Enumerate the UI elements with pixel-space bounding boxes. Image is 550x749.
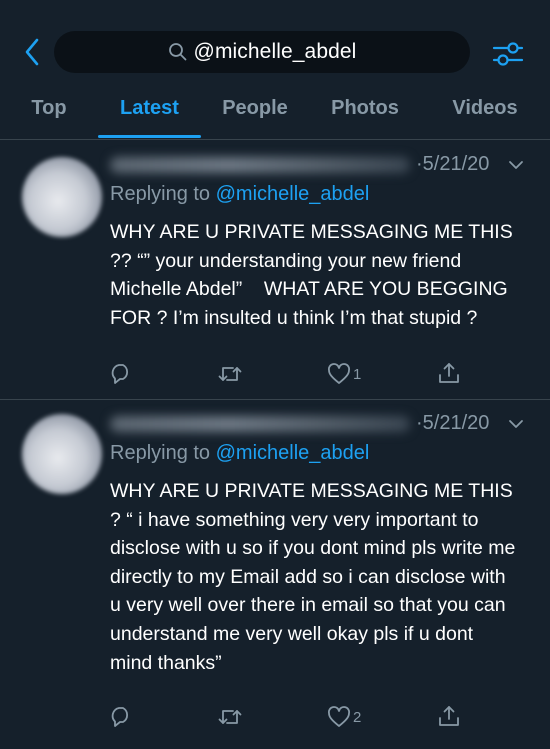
heart-icon <box>328 363 350 384</box>
chevron-down-icon <box>509 420 523 428</box>
retweet-icon <box>218 710 242 724</box>
tweet[interactable]: ·5/21/20 Replying to @michelle_abdel WHY… <box>0 141 550 399</box>
replying-to: Replying to @michelle_abdel <box>110 442 369 465</box>
share-button[interactable] <box>437 704 461 728</box>
heart-icon <box>328 706 350 727</box>
active-tab-indicator <box>98 135 201 138</box>
tweet-text: WHY ARE U PRIVATE MESSAGING ME THIS ?? “… <box>110 221 519 329</box>
top-bar: @michelle_abdel <box>0 0 550 90</box>
chevron-down-icon <box>509 161 523 169</box>
reply-button[interactable] <box>109 363 133 385</box>
tab-top[interactable]: Top <box>14 97 84 140</box>
reply-icon <box>111 707 129 727</box>
tweet[interactable]: ·5/21/20 Replying to @michelle_abdel WHY… <box>0 400 550 749</box>
avatar[interactable] <box>22 414 102 494</box>
like-button[interactable]: 2 <box>327 706 361 728</box>
search-input[interactable]: @michelle_abdel <box>54 31 470 73</box>
chevron-left-icon <box>25 38 39 66</box>
more-options-button[interactable] <box>508 159 524 171</box>
tab-videos[interactable]: Videos <box>436 97 534 140</box>
tweet-date: ·5/21/20 <box>416 153 490 175</box>
blurred-username <box>110 416 410 432</box>
avatar[interactable] <box>22 157 102 237</box>
replying-prefix: Replying to <box>110 183 216 205</box>
retweet-icon <box>218 367 242 381</box>
tab-photos[interactable]: Photos <box>318 97 412 140</box>
like-count: 1 <box>353 365 362 383</box>
mention-link[interactable]: @michelle_abdel <box>216 442 370 464</box>
search-query: @michelle_abdel <box>193 40 357 63</box>
mention-link[interactable]: @michelle_abdel <box>216 183 370 205</box>
search-filter-button[interactable] <box>488 36 528 72</box>
sliders-icon <box>492 42 524 66</box>
like-button[interactable]: 1 <box>327 363 361 385</box>
tab-people[interactable]: People <box>212 97 298 140</box>
tweet-date: ·5/21/20 <box>416 412 490 434</box>
search-icon <box>168 42 188 62</box>
tab-latest[interactable]: Latest <box>98 97 201 140</box>
share-icon <box>439 363 459 383</box>
replying-to: Replying to @michelle_abdel <box>110 183 369 206</box>
reply-button[interactable] <box>109 706 133 728</box>
back-button[interactable] <box>18 34 46 70</box>
retweet-button[interactable] <box>217 363 243 385</box>
share-icon <box>439 706 459 726</box>
search-tabs: Top Latest People Photos Videos <box>0 90 550 140</box>
reply-icon <box>111 364 129 384</box>
retweet-button[interactable] <box>217 706 243 728</box>
like-count: 2 <box>353 708 362 726</box>
replying-prefix: Replying to <box>110 442 216 464</box>
share-button[interactable] <box>437 361 461 385</box>
tweet-text: WHY ARE U PRIVATE MESSAGING ME THIS ? “ … <box>110 480 521 674</box>
blurred-username <box>110 157 410 173</box>
more-options-button[interactable] <box>508 418 524 430</box>
